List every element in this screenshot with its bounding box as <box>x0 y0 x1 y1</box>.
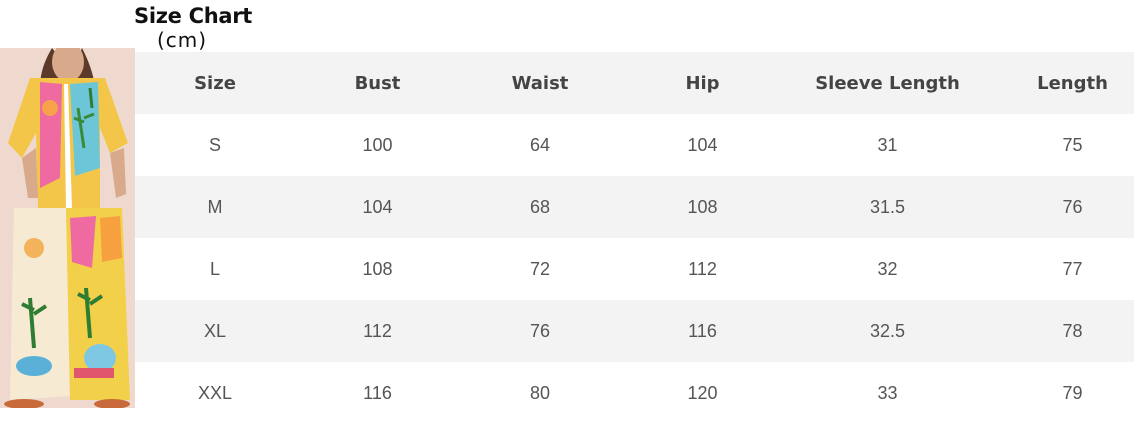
cell-sleeve-length: 32 <box>877 258 898 279</box>
table-row: S 100 64 104 31 75 <box>135 114 1134 176</box>
cell-length: 75 <box>1062 134 1083 155</box>
cell-waist: 68 <box>529 196 551 217</box>
cell-hip: 112 <box>688 258 717 279</box>
cell-hip: 120 <box>687 382 718 403</box>
unit-label: (cm) <box>157 28 208 52</box>
table-row: M 104 68 108 31.5 76 <box>135 176 1134 238</box>
table-row: XL 112 76 116 32.5 78 <box>135 300 1134 362</box>
column-header-length: Length <box>1037 72 1108 94</box>
column-header-sleeve-length: Sleeve Length <box>815 72 960 94</box>
cell-bust: 116 <box>363 382 392 403</box>
table-header-row: Size Bust Waist Hip Sleeve Length Length <box>135 52 1134 114</box>
cell-sleeve-length: 33 <box>877 382 898 403</box>
cell-bust: 112 <box>363 320 392 341</box>
cell-sleeve-length: 31.5 <box>869 196 906 217</box>
cell-size: L <box>209 258 220 279</box>
cell-length: 76 <box>1062 196 1083 217</box>
size-table: Size Bust Waist Hip Sleeve Length Length… <box>135 52 1134 414</box>
cell-bust: 108 <box>362 258 393 279</box>
cell-size: M <box>207 196 223 217</box>
cell-length: 78 <box>1062 320 1083 341</box>
cell-sleeve-length: 32.5 <box>869 320 906 341</box>
product-photo <box>0 48 135 408</box>
cell-hip: 104 <box>687 134 718 155</box>
table-row: L 108 72 112 32 77 <box>135 238 1134 300</box>
column-header-hip: Hip <box>685 72 720 94</box>
cell-size: XXL <box>197 382 233 403</box>
cell-waist: 72 <box>529 258 551 279</box>
cell-waist: 80 <box>529 382 551 403</box>
cell-sleeve-length: 31 <box>877 134 898 155</box>
cell-bust: 104 <box>362 196 393 217</box>
table-row: XXL 116 80 120 33 79 <box>135 362 1134 424</box>
model-wearing-printed-set-image <box>0 48 135 408</box>
cell-waist: 64 <box>529 134 551 155</box>
column-header-size: Size <box>194 72 236 94</box>
cell-size: XL <box>203 320 227 341</box>
cell-bust: 100 <box>362 134 393 155</box>
column-header-waist: Waist <box>511 72 569 94</box>
cell-length: 79 <box>1062 382 1083 403</box>
column-header-bust: Bust <box>354 72 401 94</box>
cell-hip: 108 <box>687 196 718 217</box>
cell-waist: 76 <box>529 320 551 341</box>
size-chart-title: Size Chart <box>134 4 253 28</box>
cell-hip: 116 <box>688 320 717 341</box>
cell-size: S <box>208 134 221 155</box>
cell-length: 77 <box>1062 258 1083 279</box>
